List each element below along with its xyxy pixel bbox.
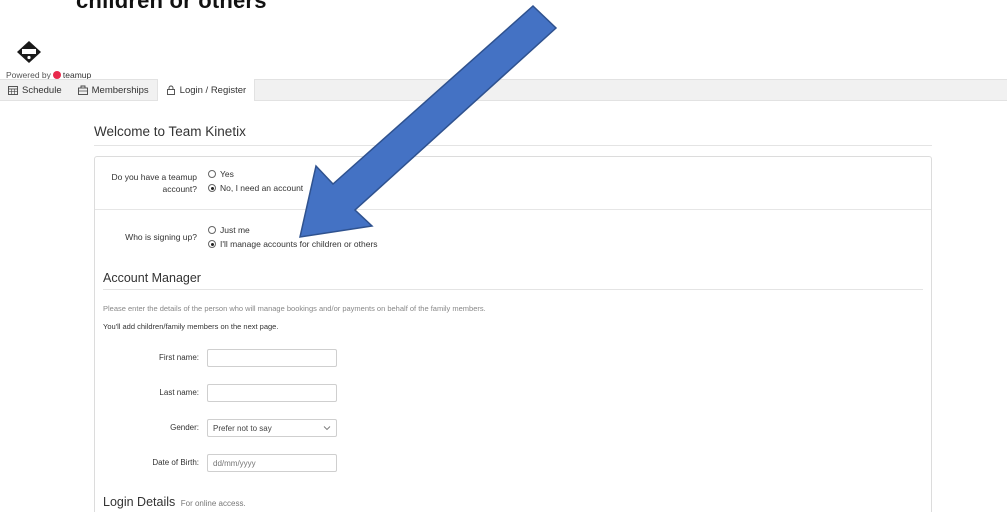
login-details-subtitle: For online access. — [180, 499, 246, 508]
radio-just-me[interactable] — [208, 226, 216, 234]
gender-select[interactable]: Prefer not to say — [207, 419, 337, 437]
lock-icon — [166, 85, 175, 95]
membership-icon — [77, 85, 88, 95]
radio-manage-others-label: I'll manage accounts for children or oth… — [220, 239, 378, 249]
first-name-row: First name: — [95, 349, 931, 367]
section-divider — [95, 209, 931, 210]
account-question-options: Yes No, I need an account — [208, 168, 303, 196]
registration-panel: Do you have a teamup account? Yes No, I … — [94, 156, 932, 512]
tab-login-register[interactable]: Login / Register — [156, 79, 256, 101]
last-name-row: Last name: — [95, 384, 931, 402]
login-details-title: Login Details — [103, 495, 176, 509]
tab-schedule[interactable]: Schedule — [0, 80, 70, 100]
radio-yes[interactable] — [208, 170, 216, 178]
signup-question-options: Just me I'll manage accounts for childre… — [208, 224, 378, 252]
gender-row: Gender: Prefer not to say — [95, 419, 931, 437]
tab-memberships[interactable]: Memberships — [70, 80, 157, 100]
account-manager-note: Please enter the details of the person w… — [103, 304, 486, 313]
radio-manage-others[interactable] — [208, 240, 216, 248]
radio-option-just-me[interactable]: Just me — [208, 224, 378, 236]
radio-option-no-account[interactable]: No, I need an account — [208, 182, 303, 194]
login-details-heading: Login Details For online access. — [103, 495, 246, 509]
account-manager-next-page-note: You'll add children/family members on th… — [103, 322, 279, 331]
radio-just-me-label: Just me — [220, 225, 250, 235]
annotation-caption: children or others” — [76, 0, 278, 13]
first-name-input[interactable] — [207, 349, 337, 367]
tab-login-register-label: Login / Register — [179, 84, 247, 96]
account-question-label-line2: account? — [162, 184, 198, 194]
radio-option-yes[interactable]: Yes — [208, 168, 303, 180]
gender-selected-value: Prefer not to say — [213, 423, 272, 433]
gender-label: Gender: — [170, 423, 199, 432]
dob-label: Date of Birth: — [152, 458, 199, 467]
last-name-input[interactable] — [207, 384, 337, 402]
radio-yes-label: Yes — [220, 169, 234, 179]
radio-option-manage-others[interactable]: I'll manage accounts for children or oth… — [208, 238, 378, 250]
radio-no-account[interactable] — [208, 184, 216, 192]
tab-schedule-label: Schedule — [22, 84, 62, 96]
kinetix-logo-icon — [17, 41, 41, 63]
dob-input[interactable] — [207, 454, 337, 472]
last-name-label: Last name: — [159, 388, 199, 397]
account-manager-heading: Account Manager — [103, 271, 923, 290]
account-question-label: Do you have a teamup account? — [103, 171, 197, 195]
tab-memberships-label: Memberships — [91, 84, 149, 96]
first-name-label: First name: — [158, 353, 199, 362]
top-navigation: Schedule Memberships Login / Register — [0, 79, 1007, 101]
signup-question-label: Who is signing up? — [125, 232, 197, 242]
dob-row: Date of Birth: — [95, 454, 931, 472]
chevron-down-icon — [323, 426, 331, 431]
page-title: Welcome to Team Kinetix — [94, 124, 932, 146]
calendar-icon — [8, 86, 18, 95]
radio-no-account-label: No, I need an account — [220, 183, 304, 193]
teamup-logo-icon — [52, 71, 61, 79]
account-question-label-line1: Do you have a teamup — [111, 172, 197, 182]
brand-block: Powered by teamup — [6, 40, 91, 80]
